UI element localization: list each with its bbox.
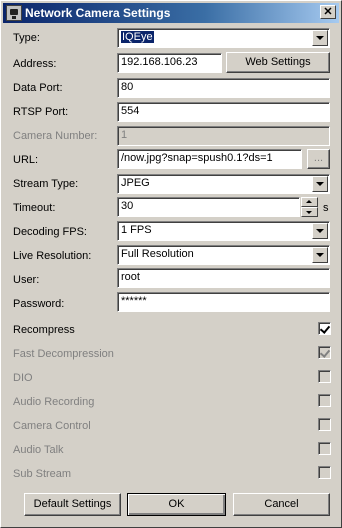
- type-label: Type:: [13, 32, 40, 44]
- password-label: Password:: [13, 298, 65, 310]
- timeout-input[interactable]: 30: [117, 197, 300, 217]
- camera-number-input: 1: [117, 126, 330, 146]
- audio-recording-label: Audio Recording: [13, 396, 95, 408]
- stream-type-combobox[interactable]: JPEG: [117, 174, 330, 194]
- chevron-down-icon[interactable]: [312, 223, 328, 239]
- address-value: 192.168.106.23: [121, 56, 198, 68]
- sub-stream-checkbox: [318, 466, 331, 479]
- rtsp-port-label: RTSP Port:: [13, 106, 69, 118]
- type-value: IQEye: [121, 31, 154, 43]
- address-input[interactable]: 192.168.106.23: [117, 53, 222, 73]
- stream-type-value: JPEG: [121, 177, 150, 189]
- audio-recording-checkbox: [318, 394, 331, 407]
- dio-label: DIO: [13, 372, 33, 384]
- spin-up-icon[interactable]: [301, 197, 318, 207]
- data-port-value: 80: [121, 81, 134, 93]
- title-bar[interactable]: Network Camera Settings ✕: [3, 3, 339, 23]
- recompress-checkbox[interactable]: [318, 322, 331, 335]
- audio-talk-checkbox: [318, 442, 331, 455]
- live-resolution-label: Live Resolution:: [13, 250, 92, 262]
- chevron-down-icon[interactable]: [312, 247, 328, 263]
- password-input[interactable]: ******: [117, 292, 330, 312]
- window-title: Network Camera Settings: [25, 6, 171, 20]
- data-port-input[interactable]: 80: [117, 78, 330, 98]
- camera-control-checkbox: [318, 418, 331, 431]
- decoding-fps-label: Decoding FPS:: [13, 226, 87, 238]
- sub-stream-label: Sub Stream: [13, 468, 72, 480]
- user-label: User:: [13, 274, 40, 286]
- chevron-down-icon[interactable]: [312, 176, 328, 192]
- cancel-button[interactable]: Cancel: [233, 493, 330, 516]
- decoding-fps-combobox[interactable]: 1 FPS: [117, 221, 330, 241]
- timeout-value: 30: [121, 200, 134, 212]
- fast-decompression-label: Fast Decompression: [13, 348, 114, 360]
- live-resolution-combobox[interactable]: Full Resolution: [117, 245, 330, 265]
- ok-button[interactable]: OK: [127, 493, 226, 516]
- url-value: /now.jpg?snap=spush0.1?ds=1: [121, 152, 273, 164]
- network-camera-settings-dialog: Network Camera Settings ✕ Type: IQEye Ad…: [0, 0, 342, 528]
- fast-decompression-checkbox: [318, 346, 331, 359]
- close-button[interactable]: ✕: [320, 5, 336, 19]
- timeout-spinner[interactable]: [301, 197, 318, 217]
- timeout-unit: s: [323, 202, 329, 214]
- password-value: ******: [121, 295, 147, 307]
- web-settings-button[interactable]: Web Settings: [226, 52, 330, 73]
- spin-down-icon[interactable]: [301, 207, 318, 217]
- chevron-down-icon[interactable]: [312, 30, 328, 46]
- recompress-label: Recompress: [13, 324, 75, 336]
- data-port-label: Data Port:: [13, 82, 63, 94]
- close-icon: ✕: [323, 6, 333, 18]
- live-resolution-value: Full Resolution: [121, 248, 194, 260]
- browse-url-button[interactable]: ...: [307, 149, 330, 169]
- rtsp-port-value: 554: [121, 105, 140, 117]
- url-label: URL:: [13, 154, 39, 166]
- user-input[interactable]: root: [117, 268, 330, 288]
- rtsp-port-input[interactable]: 554: [117, 102, 330, 122]
- timeout-label: Timeout:: [13, 202, 56, 214]
- decoding-fps-value: 1 FPS: [121, 224, 152, 236]
- url-input[interactable]: /now.jpg?snap=spush0.1?ds=1: [117, 149, 302, 169]
- audio-talk-label: Audio Talk: [13, 444, 64, 456]
- camera-control-label: Camera Control: [13, 420, 91, 432]
- stream-type-label: Stream Type:: [13, 178, 79, 190]
- dio-checkbox: [318, 370, 331, 383]
- camera-number-value: 1: [121, 129, 128, 141]
- address-label: Address:: [13, 58, 57, 70]
- default-settings-button[interactable]: Default Settings: [24, 493, 121, 516]
- camera-number-label: Camera Number:: [13, 130, 98, 142]
- type-combobox[interactable]: IQEye: [117, 28, 330, 48]
- camera-icon: [6, 5, 22, 21]
- user-value: root: [121, 271, 140, 283]
